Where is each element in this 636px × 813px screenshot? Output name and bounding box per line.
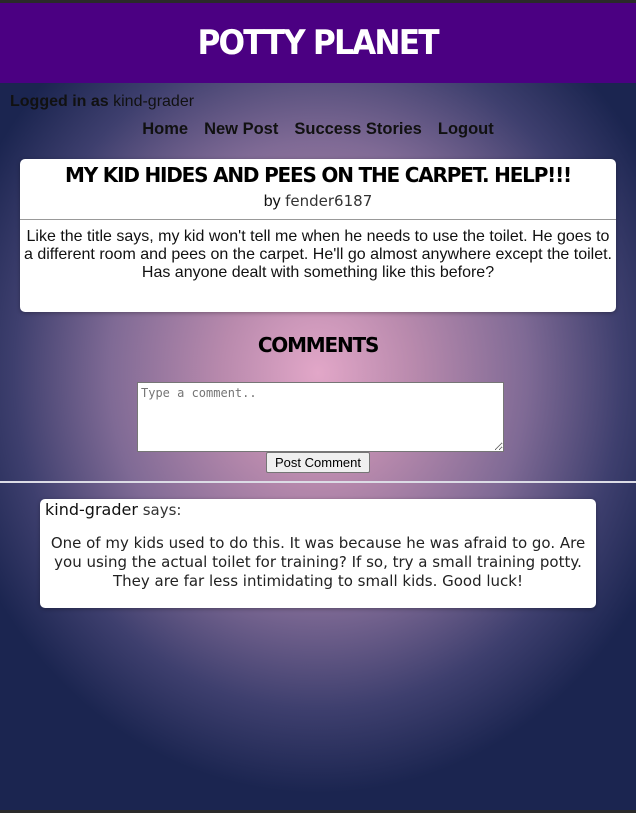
comment-author: kind-grader xyxy=(45,500,138,519)
comment-input[interactable] xyxy=(137,382,504,452)
post-byline: by fender6187 xyxy=(20,192,616,211)
nav-logout[interactable]: Logout xyxy=(438,120,494,139)
comment-text: One of my kids used to do this. It was b… xyxy=(50,534,586,590)
section-divider xyxy=(0,481,636,483)
nav-success-stories[interactable]: Success Stories xyxy=(294,120,422,139)
comment-card: kind-grader says: One of my kids used to… xyxy=(40,499,596,608)
post-body: Like the title says, my kid won't tell m… xyxy=(24,228,612,281)
logged-in-username: kind-grader xyxy=(113,93,195,110)
post-title: My kid hides and pees on the carpet. Hel… xyxy=(65,163,572,187)
comment-header: kind-grader says: xyxy=(45,500,181,519)
by-label: by xyxy=(263,193,281,210)
post-comment-button[interactable]: Post Comment xyxy=(266,452,370,473)
post-card: My kid hides and pees on the carpet. Hel… xyxy=(20,159,616,312)
comment-says-label: says: xyxy=(142,501,182,519)
comments-heading: Comments xyxy=(257,333,380,357)
nav-new-post[interactable]: New Post xyxy=(204,120,278,139)
logged-in-label: Logged in as xyxy=(10,93,109,110)
main-nav: Home New Post Success Stories Logout xyxy=(0,120,636,139)
login-status: Logged in as kind-grader xyxy=(10,93,194,111)
nav-home[interactable]: Home xyxy=(142,120,188,139)
post-author: fender6187 xyxy=(285,192,373,210)
site-header: POTTY PLANET xyxy=(0,3,636,83)
site-title[interactable]: POTTY PLANET xyxy=(198,23,440,63)
